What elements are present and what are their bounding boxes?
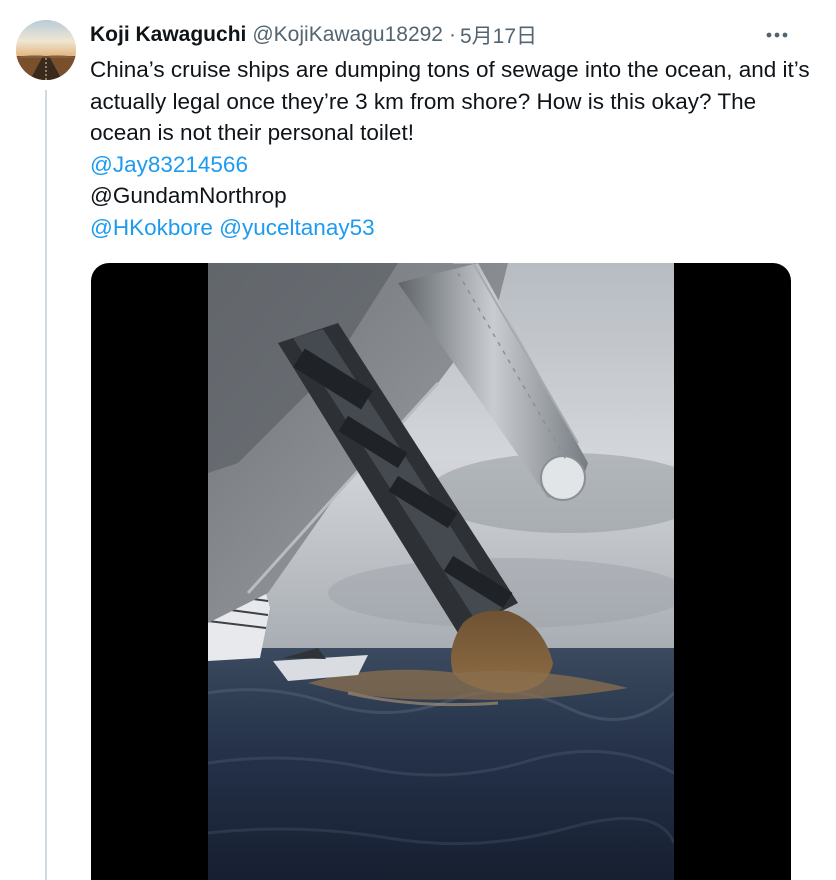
tweet-header: Koji Kawaguchi @KojiKawagu18292 · 5月17日	[90, 20, 537, 50]
mention-link[interactable]: @HKokbore	[90, 215, 213, 240]
thread-line	[45, 90, 47, 880]
author-display-name[interactable]: Koji Kawaguchi	[90, 23, 246, 47]
landscape-road-avatar-icon	[16, 20, 76, 80]
author-handle[interactable]: @KojiKawagu18292	[252, 23, 443, 47]
tweet-text: China’s cruise ships are dumping tons of…	[90, 57, 810, 145]
video-frame	[208, 263, 674, 880]
mention-line-1: @Jay83214566	[90, 149, 810, 181]
mention-text: @GundamNorthrop	[90, 183, 287, 208]
tweet-card[interactable]: Koji Kawaguchi @KojiKawagu18292 · 5月17日 …	[0, 0, 836, 880]
mention-line-2: @GundamNorthrop	[90, 180, 810, 212]
header-separator: ·	[448, 23, 456, 46]
more-horizontal-icon	[766, 32, 788, 38]
tweet-body: China’s cruise ships are dumping tons of…	[90, 54, 810, 243]
tweet-date[interactable]: 5月17日	[460, 20, 537, 50]
more-button[interactable]	[762, 22, 792, 48]
mention-line-3: @HKokbore @yuceltanay53	[90, 212, 810, 244]
avatar[interactable]	[16, 20, 76, 80]
mention-link[interactable]: @Jay83214566	[90, 152, 248, 177]
video-player[interactable]	[91, 263, 791, 880]
video-thumbnail-image	[208, 263, 674, 880]
mention-link[interactable]: @yuceltanay53	[219, 215, 374, 240]
